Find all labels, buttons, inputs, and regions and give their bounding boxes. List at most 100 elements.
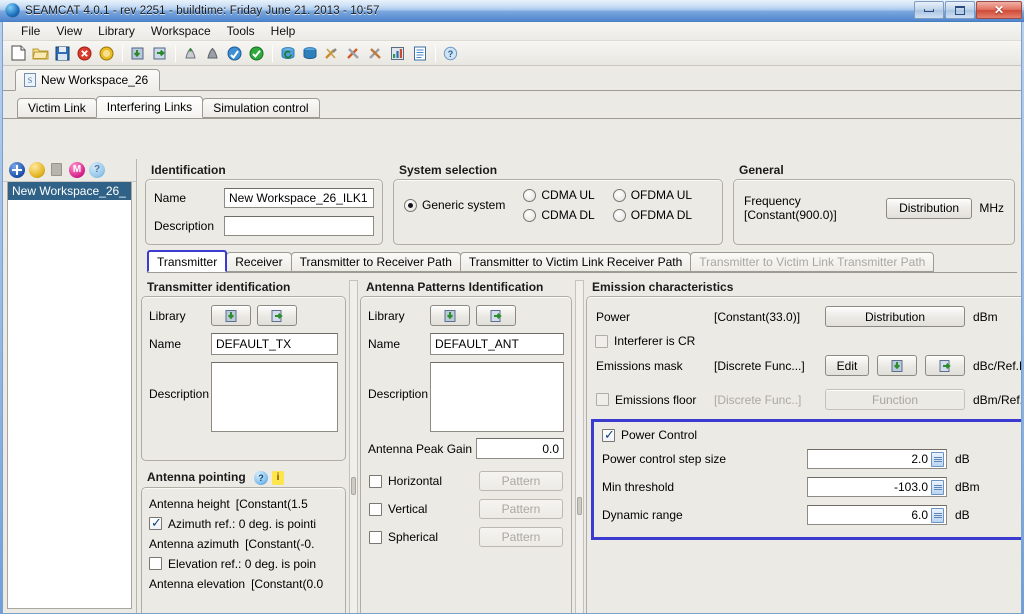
antenna-peak-gain-input[interactable]: 0.0 [476, 438, 564, 459]
elevation-ref-label: Elevation ref.: 0 deg. is poin [168, 556, 317, 571]
help-icon[interactable]: ? [254, 470, 268, 485]
subtab-receiver[interactable]: Receiver [226, 252, 292, 272]
menu-tools[interactable]: Tools [219, 22, 263, 40]
power-control-min-threshold-input[interactable]: -103.0 [807, 477, 947, 497]
subtab-transmitter-to-victim-link-receiver-path[interactable]: Transmitter to Victim Link Receiver Path [459, 252, 692, 272]
radio-ofdma-ul[interactable]: OFDMA UL [612, 188, 692, 202]
mid-scrollbar-thumb[interactable] [577, 497, 582, 515]
help-icon[interactable]: ? [89, 162, 105, 178]
menu-workspace[interactable]: Workspace [143, 22, 219, 40]
info-icon[interactable]: i [272, 470, 284, 485]
run-icon[interactable] [180, 43, 201, 64]
power-control-step-size-input[interactable]: 2.0 [807, 449, 947, 469]
left-scrollbar-thumb[interactable] [351, 477, 356, 495]
tools-third-icon[interactable] [365, 43, 386, 64]
document-tab[interactable]: S New Workspace_26 [15, 69, 161, 91]
library-export-icon[interactable] [257, 305, 297, 326]
subtab-transmitter[interactable]: Transmitter [147, 250, 228, 272]
left-scrollbar[interactable] [349, 280, 358, 613]
radio-generic-system[interactable]: Generic system [404, 198, 505, 212]
list-item[interactable]: New Workspace_26_ [8, 182, 131, 200]
elevation-ref-checkbox[interactable] [149, 557, 162, 571]
import-icon[interactable] [127, 43, 148, 64]
interfering-links-list[interactable]: New Workspace_26_ [7, 182, 132, 609]
add-icon[interactable] [9, 162, 25, 178]
delete-icon[interactable] [49, 162, 65, 178]
stepper-icon[interactable] [931, 479, 944, 495]
validate-icon[interactable] [224, 43, 245, 64]
identification-description-input[interactable] [224, 216, 374, 236]
ant-description-input[interactable] [430, 362, 564, 432]
new-document-icon[interactable] [8, 43, 29, 64]
top-row: Identification Name New Workspace_26_ILK… [141, 159, 1017, 245]
tools-alt-icon[interactable] [343, 43, 364, 64]
duplicate-icon[interactable] [29, 162, 45, 178]
horizontal-label: Horizontal [388, 474, 443, 488]
minimize-button[interactable] [914, 1, 944, 19]
radio-indicator [523, 208, 537, 222]
library-export-icon[interactable] [925, 355, 965, 376]
vertical-checkbox[interactable] [369, 502, 382, 516]
frequency-distribution-button[interactable]: Distribution [885, 197, 973, 219]
power-control-enable-row[interactable]: Power Control [600, 427, 1021, 445]
antenna-azimuth-value[interactable]: [Constant(-0. [245, 537, 314, 551]
power-control-checkbox[interactable] [602, 427, 615, 443]
tx-description-input[interactable] [211, 362, 338, 432]
emissions-mask-edit-button[interactable]: Edit [825, 355, 869, 376]
library-import-icon[interactable] [211, 305, 251, 326]
interferer-cr-checkbox[interactable] [595, 334, 608, 348]
library-import-icon[interactable] [430, 305, 470, 326]
stepper-icon[interactable] [931, 507, 944, 523]
delete-icon[interactable] [74, 43, 95, 64]
coin-icon[interactable] [96, 43, 117, 64]
open-folder-icon[interactable] [30, 43, 51, 64]
export-icon[interactable] [149, 43, 170, 64]
menu-view[interactable]: View [48, 22, 90, 40]
elevation-ref-row[interactable]: Elevation ref.: 0 deg. is poin [142, 554, 345, 574]
mid-scrollbar[interactable] [575, 280, 584, 613]
stepper-icon[interactable] [931, 451, 944, 467]
check-ok-icon[interactable] [246, 43, 267, 64]
frequency-label: Frequency [Constant(900.0)] [744, 194, 837, 222]
antenna-height-value[interactable]: [Constant(1.5 [236, 497, 308, 511]
save-icon[interactable] [52, 43, 73, 64]
tab-interfering-links[interactable]: Interfering Links [95, 96, 204, 118]
close-button[interactable]: ✕ [976, 1, 1022, 19]
maximize-button[interactable] [945, 1, 975, 19]
menu-file[interactable]: File [13, 22, 48, 40]
radio-ofdma-dl[interactable]: OFDMA DL [612, 208, 692, 222]
chart-icon[interactable] [387, 43, 408, 64]
menu-bar: File View Library Workspace Tools Help [3, 22, 1021, 41]
modify-icon[interactable]: M [69, 162, 85, 178]
tx-name-input[interactable]: DEFAULT_TX [211, 333, 338, 355]
help-icon[interactable]: ? [440, 43, 461, 64]
spherical-checkbox[interactable] [369, 530, 382, 544]
tools-icon[interactable] [321, 43, 342, 64]
menu-library[interactable]: Library [90, 22, 143, 40]
subtab-transmitter-to-receiver-path[interactable]: Transmitter to Receiver Path [290, 252, 461, 272]
window-body: File View Library Workspace Tools Help ?… [2, 22, 1022, 614]
antenna-elevation-value[interactable]: [Constant(0.0 [251, 577, 323, 591]
library-icon[interactable] [299, 43, 320, 64]
refresh-library-icon[interactable] [277, 43, 298, 64]
azimuth-ref-checkbox[interactable] [149, 515, 162, 531]
tab-simulation-control[interactable]: Simulation control [202, 98, 320, 118]
power-distribution-button[interactable]: Distribution [825, 306, 965, 327]
azimuth-ref-row[interactable]: Azimuth ref.: 0 deg. is pointi [142, 514, 345, 534]
ant-name-input[interactable]: DEFAULT_ANT [430, 333, 564, 355]
radio-cdma-dl[interactable]: CDMA DL [523, 208, 595, 222]
antenna-peak-gain-label: Antenna Peak Gain [368, 441, 473, 456]
radio-cdma-ul[interactable]: CDMA UL [523, 188, 595, 202]
menu-help[interactable]: Help [263, 22, 304, 40]
power-control-step-size-row: Power control step size 2.0 dB [600, 445, 1021, 473]
horizontal-checkbox[interactable] [369, 474, 382, 488]
library-export-icon[interactable] [476, 305, 516, 326]
report-icon[interactable] [409, 43, 430, 64]
tab-victim-link[interactable]: Victim Link [17, 98, 97, 118]
identification-name-input[interactable]: New Workspace_26_ILK1 [224, 188, 374, 208]
build-icon[interactable] [202, 43, 223, 64]
library-import-icon[interactable] [877, 355, 917, 376]
emissions-floor-checkbox[interactable] [596, 393, 609, 406]
tx-description-label: Description [149, 387, 210, 401]
power-control-dynamic-range-input[interactable]: 6.0 [807, 505, 947, 525]
